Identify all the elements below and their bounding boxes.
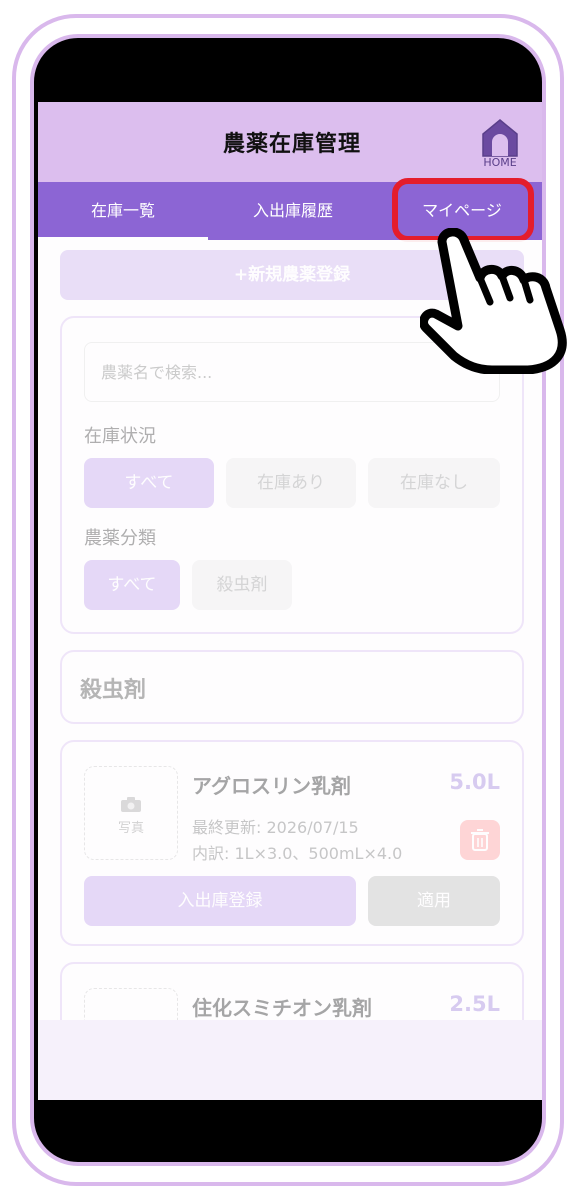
- item-name: 住化スミチオン乳剤: [192, 996, 372, 1020]
- stock-filter-out-of-stock[interactable]: 在庫なし: [368, 458, 500, 508]
- delete-button[interactable]: [460, 820, 500, 860]
- category-label: 農薬分類: [84, 528, 156, 549]
- category-section-header: 殺虫剤: [60, 650, 524, 724]
- home-button[interactable]: HOME: [476, 116, 524, 172]
- category-filter-all[interactable]: すべて: [84, 560, 180, 610]
- device-frame: 農薬在庫管理 HOME 在庫一覧 入出庫履歴 マイページ +新規農薬登録 農薬名…: [30, 34, 546, 1166]
- item-amount: 5.0L: [449, 770, 500, 794]
- item-name: アグロスリン乳剤: [192, 774, 351, 798]
- apply-button[interactable]: 適用: [368, 876, 500, 926]
- bottom-safe-area: [38, 1020, 542, 1100]
- pointing-hand-icon: [420, 228, 567, 374]
- item-last-updated: 最終更新: 2026/07/15: [192, 818, 359, 837]
- stock-filter-in-stock[interactable]: 在庫あり: [226, 458, 356, 508]
- item-amount: 2.5L: [449, 992, 500, 1016]
- app-header: 農薬在庫管理 HOME: [38, 102, 542, 182]
- app-title: 農薬在庫管理: [222, 132, 361, 157]
- item-breakdown: 内訳: 1L×3.0、500mL×4.0: [192, 844, 403, 863]
- category-filter-insecticide[interactable]: 殺虫剤: [192, 560, 292, 610]
- section-title: 殺虫剤: [80, 678, 147, 703]
- tab-stock-history[interactable]: 入出庫履歴: [208, 182, 378, 240]
- photo-label: 写真: [117, 821, 144, 836]
- inventory-item-card: 写真 アグロスリン乳剤 5.0L 最終更新: 2026/07/15 内訳: 1L…: [60, 740, 524, 946]
- tab-inventory-list[interactable]: 在庫一覧: [38, 182, 208, 240]
- photo-placeholder[interactable]: 写真: [84, 766, 178, 860]
- stock-status-label: 在庫状況: [84, 426, 156, 447]
- home-label: HOME: [483, 156, 517, 169]
- home-icon: [482, 119, 518, 157]
- camera-icon: [121, 797, 141, 812]
- stock-filter-all[interactable]: すべて: [84, 458, 214, 508]
- stock-entry-button[interactable]: 入出庫登録: [84, 876, 356, 926]
- trash-icon: [471, 829, 489, 851]
